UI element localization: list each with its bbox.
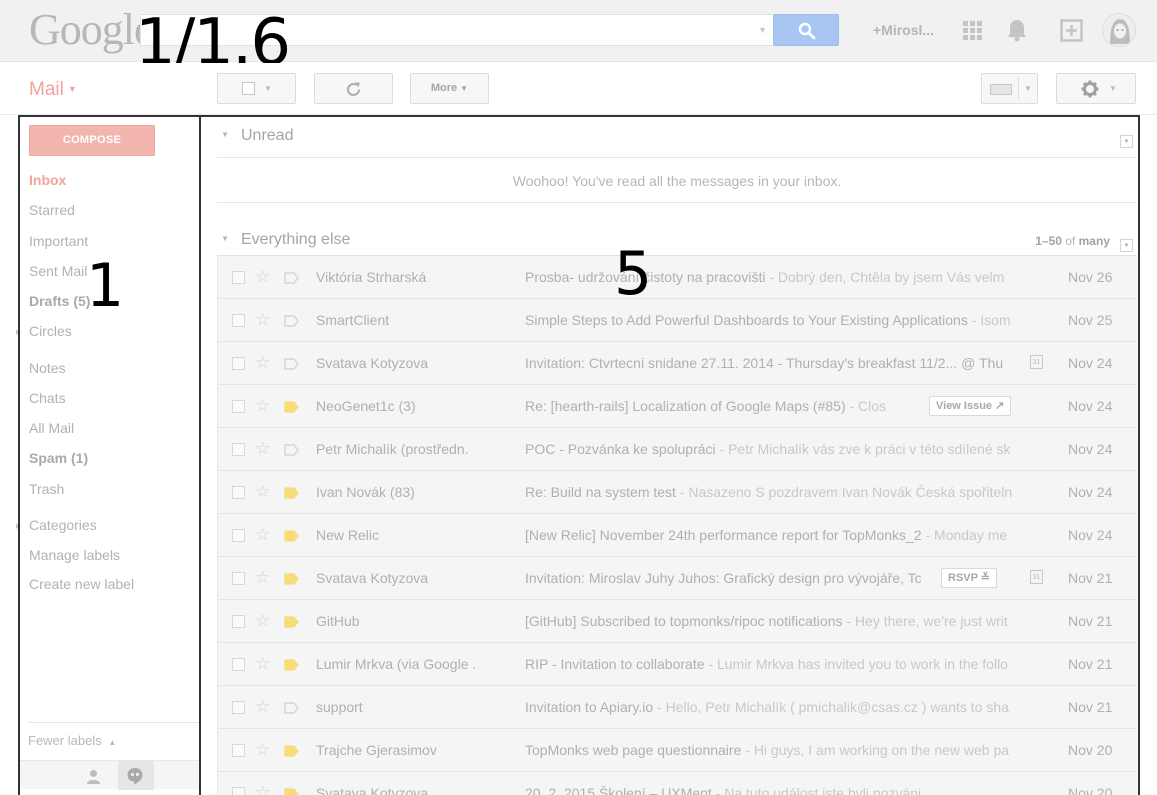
mail-menu[interactable]: Mail ▼ — [29, 79, 77, 101]
input-tools-button[interactable]: ▼ — [981, 73, 1038, 104]
search-button[interactable] — [773, 14, 839, 46]
keyboard-icon — [990, 84, 1012, 95]
profile-picture-icon — [1103, 14, 1135, 46]
annotation-frame-main — [200, 115, 1140, 795]
chevron-down-icon: ▼ — [264, 84, 272, 93]
select-button[interactable]: ▼ — [217, 73, 296, 104]
search-options-caret-icon[interactable]: ▼ — [758, 25, 767, 35]
notifications-bell-icon[interactable] — [1006, 18, 1028, 48]
select-all-checkbox[interactable] — [242, 82, 255, 95]
apps-grid-icon[interactable] — [963, 21, 982, 40]
google-logo[interactable]: Google — [29, 4, 154, 55]
user-name-link[interactable]: +Mirosl... — [873, 22, 934, 38]
gear-icon — [1081, 80, 1099, 98]
chevron-down-icon[interactable]: ▼ — [1024, 74, 1032, 103]
avatar[interactable] — [1102, 13, 1136, 47]
share-plus-icon[interactable] — [1060, 19, 1083, 47]
chevron-down-icon: ▼ — [1109, 84, 1117, 93]
divider — [1018, 77, 1019, 100]
search-icon — [798, 22, 816, 40]
more-label: More — [430, 82, 458, 94]
more-button[interactable]: More ▼ — [410, 73, 489, 104]
settings-button[interactable]: ▼ — [1056, 73, 1136, 104]
chevron-down-icon: ▼ — [67, 84, 77, 94]
chevron-down-icon: ▼ — [460, 84, 469, 93]
refresh-icon — [347, 82, 360, 96]
toolbar: Mail ▼ ▼ More ▼ ▼ ▼ — [0, 63, 1157, 115]
refresh-button[interactable] — [314, 73, 393, 104]
mail-label: Mail — [29, 79, 64, 100]
annotation-frame-left — [18, 115, 201, 795]
